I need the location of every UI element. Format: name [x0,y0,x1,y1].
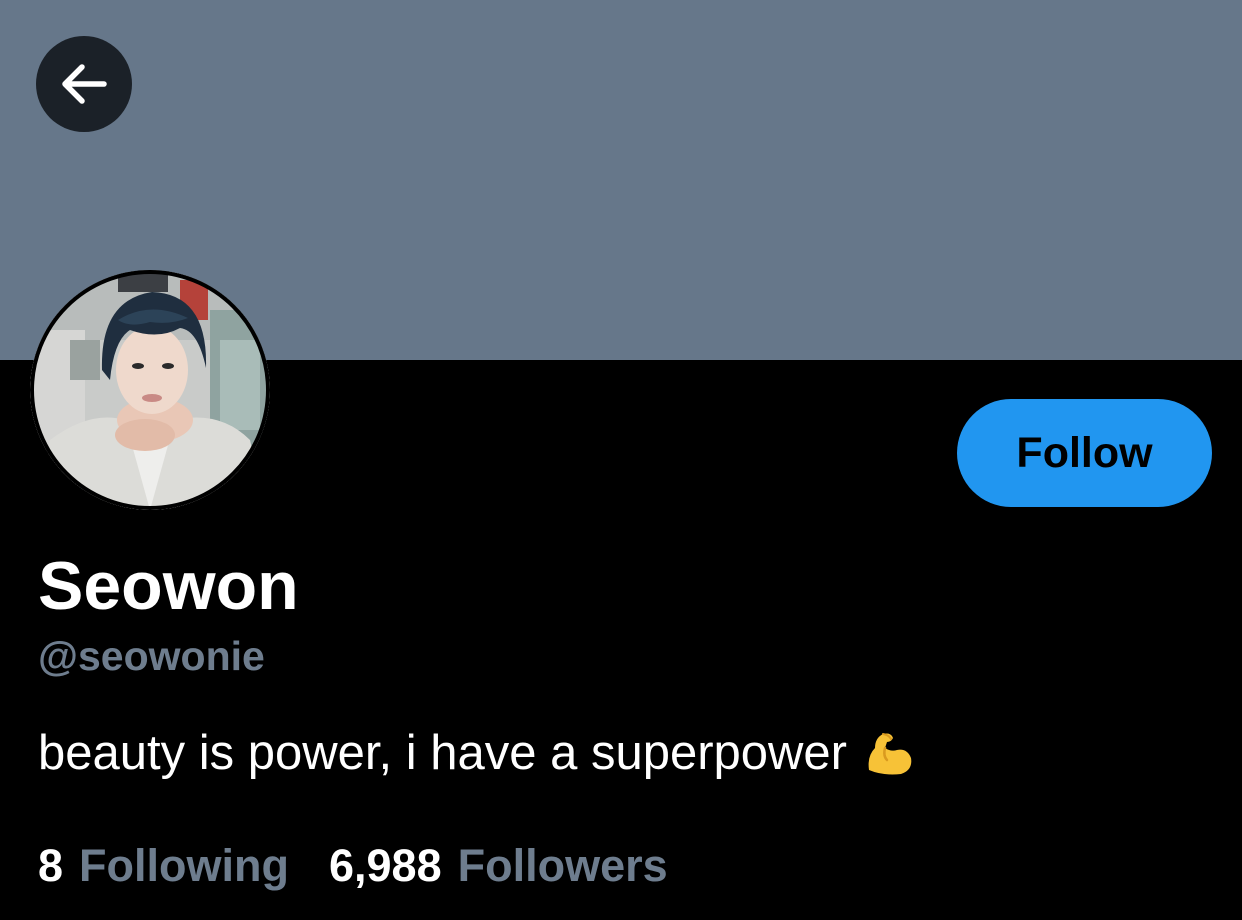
profile-page: Follow Seowon @seowonie beauty is power,… [0,0,1242,920]
following-count: 8 [38,840,64,891]
user-handle: @seowonie [38,633,265,679]
followers-link[interactable]: 6,988 Followers [329,838,668,894]
following-link[interactable]: 8 Following [38,838,289,894]
display-name: Seowon [38,548,299,624]
back-button[interactable] [36,36,132,132]
followers-label: Followers [457,840,668,891]
follow-button[interactable]: Follow [957,399,1212,507]
following-label: Following [79,840,289,891]
avatar-photo [30,270,270,510]
bio-text: beauty is power, i have a superpower [38,726,847,780]
followers-count: 6,988 [328,840,442,891]
profile-bio: beauty is power, i have a superpower [38,722,915,784]
arrow-left-icon [62,64,107,104]
flexed-biceps-icon [861,726,915,780]
avatar[interactable] [30,270,270,510]
profile-stats: 8 Following 6,988 Followers [38,838,708,894]
